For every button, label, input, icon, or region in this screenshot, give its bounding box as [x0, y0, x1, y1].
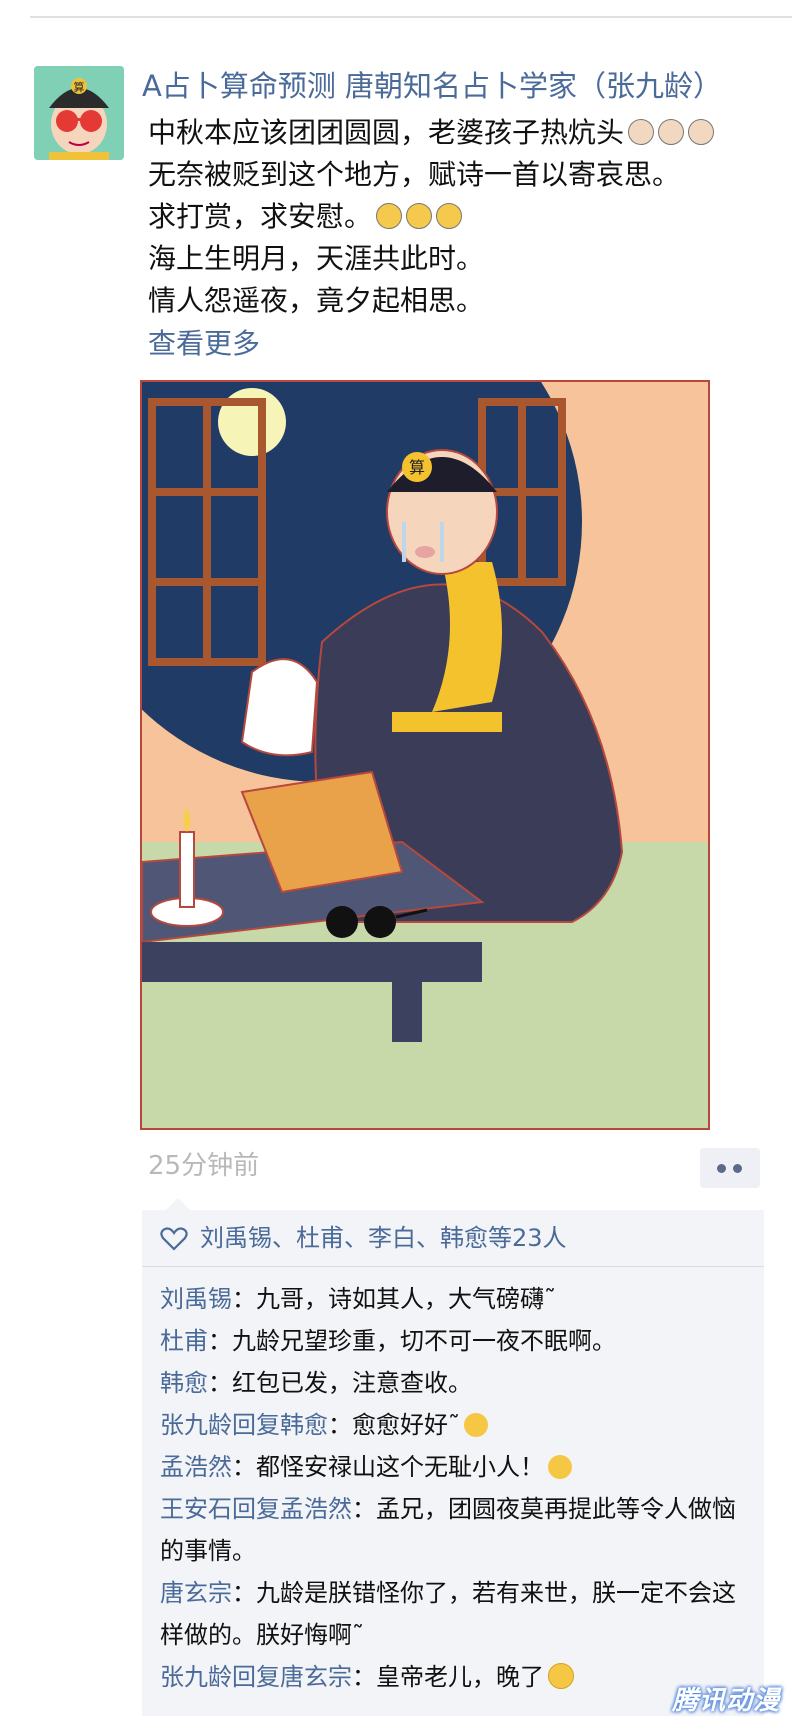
comment-separator: ：	[232, 1285, 256, 1313]
likes-comments-panel: 刘禹锡、杜甫、李白、韩愈等23人 刘禹锡：九哥，诗如其人，大气磅礴˜ 杜甫：九龄…	[142, 1198, 764, 1716]
comment-author[interactable]: 刘禹锡	[160, 1285, 232, 1313]
comment-item: 张九龄回复韩愈：愈愈好好˜	[160, 1404, 756, 1446]
comment-author[interactable]: 韩愈	[160, 1369, 208, 1397]
comic-illustration: 算	[142, 382, 708, 1128]
reply-word: 回复	[232, 1411, 280, 1439]
comment-separator: ：	[232, 1453, 256, 1481]
crying-emoji	[406, 203, 433, 229]
comment-author[interactable]: 张九龄	[160, 1411, 232, 1439]
dot-icon	[733, 1164, 742, 1173]
man-emoji	[628, 119, 655, 145]
woman-emoji	[658, 119, 685, 145]
post-line: 海上生明月，天涯共此时。	[148, 238, 788, 280]
post-line: 无奈被贬到这个地方，赋诗一首以寄哀思。	[148, 154, 788, 196]
author-avatar[interactable]: 算	[34, 66, 124, 160]
post-line-text: 情人怨遥夜，竟夕起相思。	[148, 284, 485, 317]
comment-author[interactable]: 杜甫	[160, 1327, 208, 1355]
comment-separator: ：	[352, 1495, 376, 1523]
post-line-text: 求打赏，求安慰。	[148, 200, 373, 233]
post-line: 求打赏，求安慰。	[148, 196, 788, 238]
comment-text: 九龄兄望珍重，切不可一夜不眠啊。	[232, 1327, 616, 1355]
post-text: 中秋本应该团团圆圆，老婆孩子热炕头 无奈被贬到这个地方，赋诗一首以寄哀思。 求打…	[148, 112, 788, 322]
comment-author[interactable]: 王安石	[160, 1495, 232, 1523]
comment-item: 刘禹锡：九哥，诗如其人，大气磅礴˜	[160, 1278, 756, 1320]
comment-separator: ：	[352, 1663, 376, 1691]
reply-target[interactable]: 韩愈	[280, 1411, 328, 1439]
avatar-hat-badge: 算	[74, 80, 85, 94]
likes-list[interactable]: 刘禹锡、杜甫、李白、韩愈等23人	[200, 1218, 567, 1258]
top-divider	[30, 16, 792, 18]
dot-icon	[717, 1164, 726, 1173]
see-more-link[interactable]: 查看更多	[148, 324, 260, 364]
post-line-text: 中秋本应该团团圆圆，老婆孩子热炕头	[148, 116, 625, 149]
comment-separator: ：	[208, 1327, 232, 1355]
reply-target[interactable]: 孟浩然	[280, 1495, 352, 1523]
heart-icon	[160, 1227, 188, 1251]
comment-author[interactable]: 孟浩然	[160, 1453, 232, 1481]
comment-author[interactable]: 张九龄	[160, 1663, 232, 1691]
watermark-logo: 腾讯动漫	[671, 1686, 780, 1716]
crying-emoji	[436, 203, 463, 229]
comment-separator: ：	[232, 1579, 256, 1607]
comment-action-button[interactable]	[700, 1148, 760, 1188]
reply-target[interactable]: 唐玄宗	[280, 1663, 352, 1691]
comic-hat-badge: 算	[409, 458, 425, 477]
crying-emoji	[376, 203, 403, 229]
post-line-text: 无奈被贬到这个地方，赋诗一首以寄哀思。	[148, 158, 681, 191]
kiss-emoji-icon	[464, 1413, 488, 1437]
comment-item: 王安石回复孟浩然：孟兄，团圆夜莫再提此等令人做恼的事情。	[160, 1488, 756, 1572]
comment-item: 张九龄回复唐玄宗：皇帝老儿，晚了	[160, 1656, 756, 1698]
post-timestamp: 25分钟前	[148, 1151, 260, 1181]
comment-item: 唐玄宗：九龄是朕错怪你了，若有来世，朕一定不会这样做的。朕好悔啊˜	[160, 1572, 756, 1656]
comment-text: 九哥，诗如其人，大气磅礴˜	[256, 1285, 556, 1313]
post-image[interactable]: 算	[140, 380, 710, 1130]
comment-item: 杜甫：九龄兄望珍重，切不可一夜不眠啊。	[160, 1320, 756, 1362]
avatar-illustration: 算	[34, 66, 124, 160]
angry-emoji-icon	[548, 1455, 572, 1479]
comment-text: 红包已发，注意查收。	[232, 1369, 472, 1397]
comment-text: 愈愈好好˜	[352, 1411, 460, 1439]
smile-emoji-icon	[548, 1663, 574, 1689]
post-line: 情人怨遥夜，竟夕起相思。	[148, 280, 788, 322]
comment-separator: ：	[328, 1411, 352, 1439]
post-author-name[interactable]: A占卜算命预测 唐朝知名占卜学家（张九龄）	[142, 66, 792, 106]
comment-text: 都怪安禄山这个无耻小人！	[256, 1453, 544, 1481]
comment-author[interactable]: 唐玄宗	[160, 1579, 232, 1607]
post-line-text: 海上生明月，天涯共此时。	[148, 242, 485, 275]
reply-word: 回复	[232, 1495, 280, 1523]
comment-separator: ：	[208, 1369, 232, 1397]
comment-item: 孟浩然：都怪安禄山这个无耻小人！	[160, 1446, 756, 1488]
boy-emoji	[688, 119, 715, 145]
post-line: 中秋本应该团团圆圆，老婆孩子热炕头	[148, 112, 788, 154]
comment-list: 刘禹锡：九哥，诗如其人，大气磅礴˜ 杜甫：九龄兄望珍重，切不可一夜不眠啊。 韩愈…	[160, 1278, 756, 1698]
reply-word: 回复	[232, 1663, 280, 1691]
likes-row: 刘禹锡、杜甫、李白、韩愈等23人	[142, 1210, 764, 1267]
comment-text: 皇帝老儿，晚了	[376, 1663, 544, 1691]
comment-item: 韩愈：红包已发，注意查收。	[160, 1362, 756, 1404]
